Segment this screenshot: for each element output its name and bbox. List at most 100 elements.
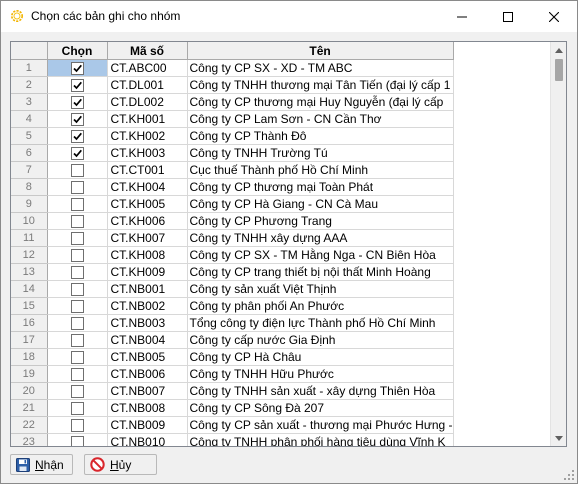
row-select-checkbox[interactable] xyxy=(70,401,84,415)
code-cell[interactable]: CT.DL001 xyxy=(107,76,188,94)
row-select-checkbox[interactable] xyxy=(70,435,84,446)
row-number[interactable]: 23 xyxy=(11,433,48,446)
name-cell[interactable]: Công ty cấp nước Gia Định xyxy=(187,331,454,349)
row-number[interactable]: 1 xyxy=(11,59,48,77)
name-cell[interactable]: Công ty CP Hà Giang - CN Cà Mau xyxy=(187,195,454,213)
row-select-cell[interactable] xyxy=(47,433,108,446)
row-select-checkbox[interactable] xyxy=(70,265,84,279)
cancel-button[interactable]: Hủy xyxy=(84,454,157,475)
table-row[interactable]: 9 CT.KH005 Công ty CP Hà Giang - CN Cà Mau xyxy=(11,195,454,213)
code-cell[interactable]: CT.NB001 xyxy=(107,280,188,298)
close-button[interactable] xyxy=(531,1,577,32)
table-row[interactable]: 4 CT.KH001 Công ty CP Lam Sơn - CN Cần Thơ xyxy=(11,110,454,128)
name-cell[interactable]: Công ty sản xuất Việt Thịnh xyxy=(187,280,454,298)
header-corner[interactable] xyxy=(11,42,48,60)
records-grid[interactable]: Chọn Mã số Tên 1 CT.ABC00 Công ty CP SX - … xyxy=(10,41,567,447)
maximize-button[interactable] xyxy=(485,1,531,32)
row-number[interactable]: 7 xyxy=(11,161,48,179)
row-select-checkbox[interactable] xyxy=(70,384,84,398)
name-cell[interactable]: Công ty TNHH Hữu Phước xyxy=(187,365,454,383)
row-select-cell[interactable] xyxy=(47,416,108,434)
row-select-cell[interactable] xyxy=(47,144,108,162)
table-row[interactable]: 7 CT.CT001 Cục thuế Thành phố Hồ Chí Minh xyxy=(11,161,454,179)
row-number[interactable]: 13 xyxy=(11,263,48,281)
row-select-cell[interactable] xyxy=(47,59,108,77)
row-select-cell[interactable] xyxy=(47,127,108,145)
name-cell[interactable]: Công ty TNHH phân phối hàng tiêu dùng Vĩ… xyxy=(187,433,454,446)
row-number[interactable]: 8 xyxy=(11,178,48,196)
row-select-cell[interactable] xyxy=(47,212,108,230)
row-select-cell[interactable] xyxy=(47,246,108,264)
code-cell[interactable]: CT.NB002 xyxy=(107,297,188,315)
code-cell[interactable]: CT.KH001 xyxy=(107,110,188,128)
name-cell[interactable]: Công ty CP Thành Đô xyxy=(187,127,454,145)
title-bar[interactable]: Chọn các bản ghi cho nhóm xyxy=(1,1,577,32)
row-number[interactable]: 17 xyxy=(11,331,48,349)
row-number[interactable]: 18 xyxy=(11,348,48,366)
name-cell[interactable]: Công ty TNHH thương mại Tân Tiến (đại lý… xyxy=(187,76,454,94)
column-header-select[interactable]: Chọn xyxy=(47,42,108,60)
code-cell[interactable]: CT.KH002 xyxy=(107,127,188,145)
row-select-checkbox[interactable] xyxy=(70,129,84,143)
row-number[interactable]: 10 xyxy=(11,212,48,230)
name-cell[interactable]: Công ty CP thương mại Toàn Phát xyxy=(187,178,454,196)
row-number[interactable]: 12 xyxy=(11,246,48,264)
code-cell[interactable]: CT.NB009 xyxy=(107,416,188,434)
row-select-checkbox[interactable] xyxy=(70,231,84,245)
code-cell[interactable]: CT.ABC00 xyxy=(107,59,188,77)
row-select-cell[interactable] xyxy=(47,382,108,400)
row-number[interactable]: 3 xyxy=(11,93,48,111)
code-cell[interactable]: CT.NB006 xyxy=(107,365,188,383)
code-cell[interactable]: CT.KH007 xyxy=(107,229,188,247)
table-row[interactable]: 15 CT.NB002 Công ty phân phối An Phước xyxy=(11,297,454,315)
table-row[interactable]: 3 CT.DL002 Công ty CP thương mại Huy Nguyễ… xyxy=(11,93,454,111)
name-cell[interactable]: Công ty CP trang thiết bị nội thất Minh … xyxy=(187,263,454,281)
row-select-cell[interactable] xyxy=(47,297,108,315)
name-cell[interactable]: Công ty phân phối An Phước xyxy=(187,297,454,315)
row-number[interactable]: 19 xyxy=(11,365,48,383)
row-select-checkbox[interactable] xyxy=(70,350,84,364)
name-cell[interactable]: Công ty CP Lam Sơn - CN Cần Thơ xyxy=(187,110,454,128)
name-cell[interactable]: Công ty TNHH Trường Tú xyxy=(187,144,454,162)
row-number[interactable]: 2 xyxy=(11,76,48,94)
row-select-cell[interactable] xyxy=(47,280,108,298)
row-select-cell[interactable] xyxy=(47,195,108,213)
ok-button[interactable]: Nhận xyxy=(10,454,73,475)
row-select-checkbox[interactable] xyxy=(70,197,84,211)
code-cell[interactable]: CT.NB010 xyxy=(107,433,188,446)
code-cell[interactable]: CT.NB008 xyxy=(107,399,188,417)
code-cell[interactable]: CT.CT001 xyxy=(107,161,188,179)
row-select-checkbox[interactable] xyxy=(70,333,84,347)
code-cell[interactable]: CT.KH006 xyxy=(107,212,188,230)
row-select-checkbox[interactable] xyxy=(70,214,84,228)
row-number[interactable]: 9 xyxy=(11,195,48,213)
table-row[interactable]: 16 CT.NB003 Tổng công ty điện lực Thành ph… xyxy=(11,314,454,332)
scroll-thumb[interactable] xyxy=(555,59,563,81)
row-number[interactable]: 20 xyxy=(11,382,48,400)
row-select-checkbox[interactable] xyxy=(70,78,84,92)
name-cell[interactable]: Công ty CP SX - TM Hằng Nga - CN Biên Hò… xyxy=(187,246,454,264)
row-number[interactable]: 15 xyxy=(11,297,48,315)
scroll-up-button[interactable] xyxy=(551,42,566,58)
table-row[interactable]: 11 CT.KH007 Công ty TNHH xây dựng AAA xyxy=(11,229,454,247)
table-row[interactable]: 8 CT.KH004 Công ty CP thương mại Toàn Phát xyxy=(11,178,454,196)
row-number[interactable]: 22 xyxy=(11,416,48,434)
name-cell[interactable]: Công ty CP Sông Đà 207 xyxy=(187,399,454,417)
row-select-cell[interactable] xyxy=(47,263,108,281)
row-select-checkbox[interactable] xyxy=(70,367,84,381)
row-select-checkbox[interactable] xyxy=(70,282,84,296)
row-select-checkbox[interactable] xyxy=(70,299,84,313)
table-row[interactable]: 21 CT.NB008 Công ty CP Sông Đà 207 xyxy=(11,399,454,417)
row-select-cell[interactable] xyxy=(47,178,108,196)
name-cell[interactable]: Công ty CP Hà Châu xyxy=(187,348,454,366)
table-row[interactable]: 19 CT.NB006 Công ty TNHH Hữu Phước xyxy=(11,365,454,383)
table-row[interactable]: 17 CT.NB004 Công ty cấp nước Gia Định xyxy=(11,331,454,349)
name-cell[interactable]: Tổng công ty điện lực Thành phố Hồ Chí M… xyxy=(187,314,454,332)
name-cell[interactable]: Công ty CP Phương Trang xyxy=(187,212,454,230)
table-row[interactable]: 1 CT.ABC00 Công ty CP SX - XD - TM ABC xyxy=(11,59,454,77)
name-cell[interactable]: Công ty CP SX - XD - TM ABC xyxy=(187,59,454,77)
row-number[interactable]: 4 xyxy=(11,110,48,128)
table-row[interactable]: 22 CT.NB009 Công ty CP sản xuất - thương m… xyxy=(11,416,454,434)
row-select-cell[interactable] xyxy=(47,314,108,332)
table-row[interactable]: 2 CT.DL001 Công ty TNHH thương mại Tân Tiế… xyxy=(11,76,454,94)
